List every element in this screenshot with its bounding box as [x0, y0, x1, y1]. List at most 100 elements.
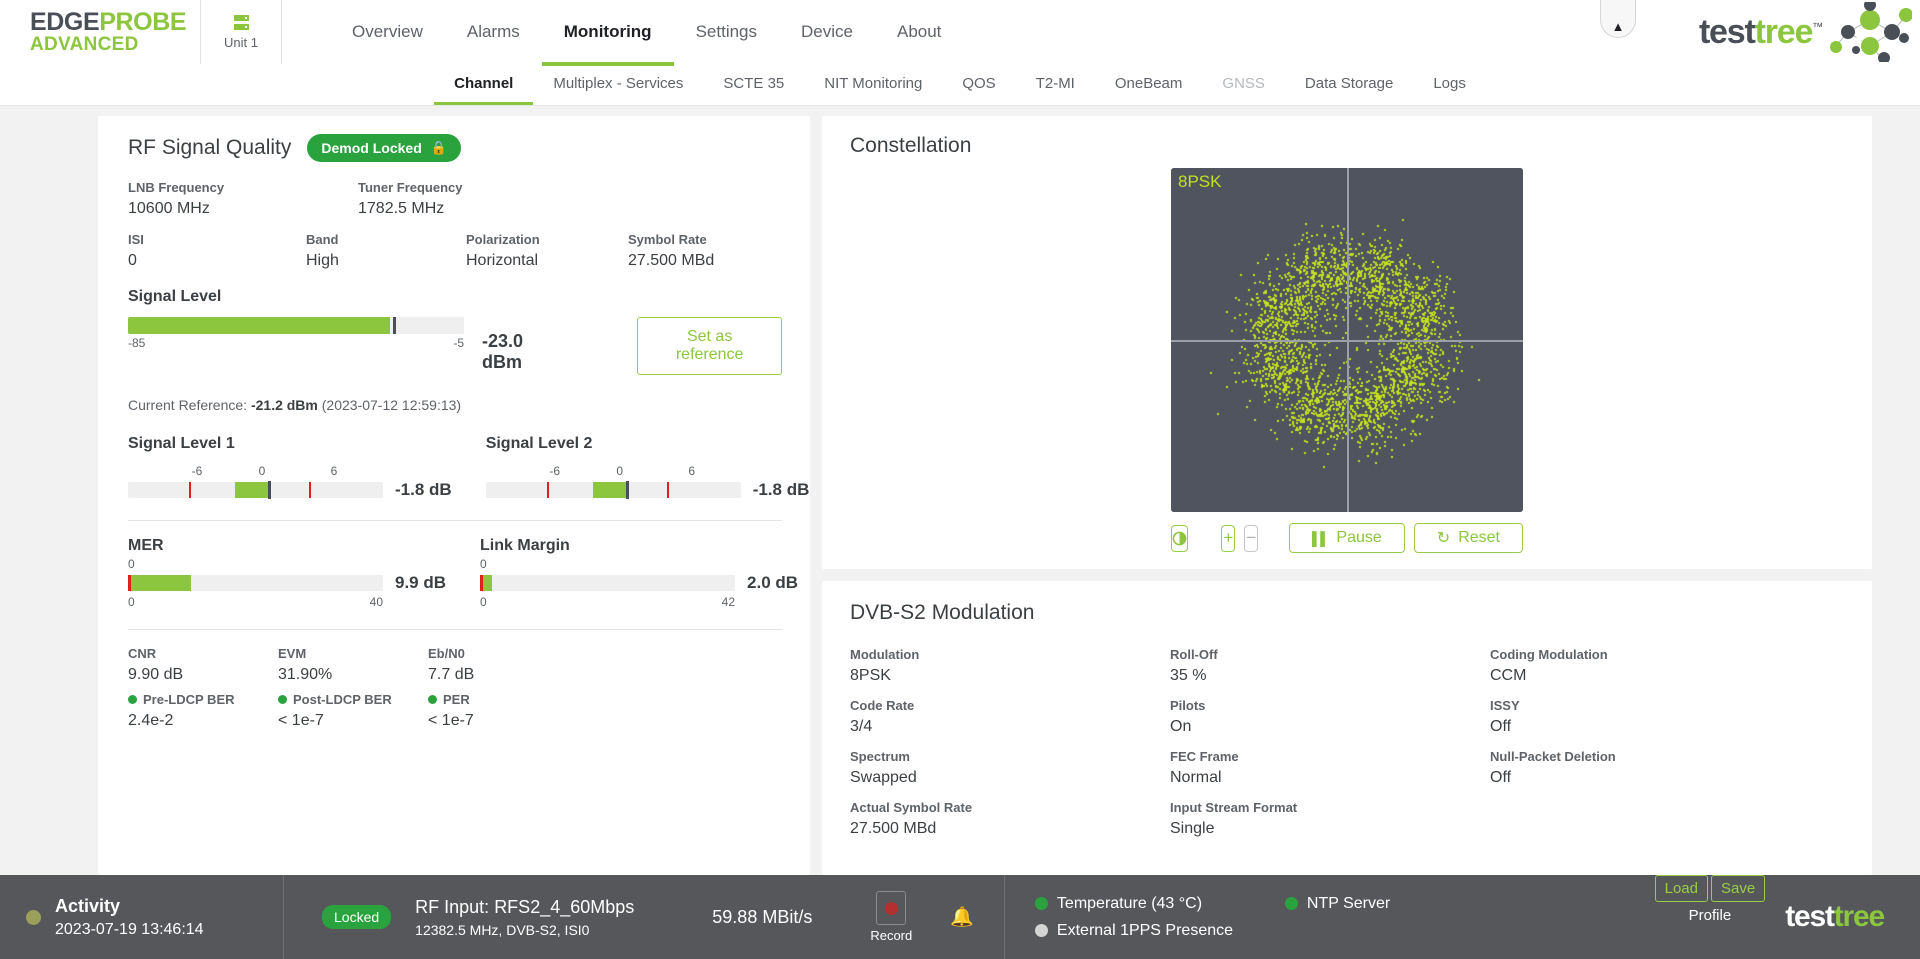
dvb-value-pilots: On: [1170, 718, 1490, 736]
demod-status-badge: Demod Locked 🔒: [307, 134, 461, 162]
link-margin-bar: [480, 575, 735, 591]
dvb-label-rolloff: Roll-Off: [1170, 647, 1490, 662]
dvb-label-fec-frame: FEC Frame: [1170, 749, 1490, 764]
tab-channel[interactable]: Channel: [434, 64, 533, 105]
contrast-button[interactable]: [1171, 525, 1188, 552]
dvb-cell-coding-modulation: Coding Modulation CCM: [1490, 647, 1844, 685]
signal-level-2-cursor: [626, 481, 629, 499]
nav-monitoring[interactable]: Monitoring: [542, 2, 674, 66]
dvb-value-null-packet-deletion: Off: [1490, 769, 1844, 787]
pause-button-label: Pause: [1336, 529, 1381, 547]
signal-levels-dual: Signal Level 1 -6 0 6 -1.8 dB Signal Lev…: [128, 435, 782, 500]
dvb-value-fec-frame: Normal: [1170, 769, 1490, 787]
pause-button[interactable]: ▌▌ Pause: [1289, 523, 1405, 553]
tab-data-storage[interactable]: Data Storage: [1285, 64, 1413, 105]
per-field: PER < 1e-7: [428, 692, 578, 730]
profile-section: Load Save Profile: [1655, 875, 1786, 959]
dvb-value-coding-modulation: CCM: [1490, 667, 1844, 685]
tab-onebeam[interactable]: OneBeam: [1095, 64, 1203, 105]
activity-label: Activity: [55, 896, 204, 917]
signal-level-1-tick-1: 0: [259, 464, 266, 478]
signal-level-2-block: Signal Level 2 -6 0 6 -1.8 dB: [486, 435, 810, 500]
current-reference-timestamp: (2023-07-12 12:59:13): [322, 397, 461, 413]
brand-subtitle: ADVANCED: [30, 35, 200, 55]
dvb-label-issy: ISSY: [1490, 698, 1844, 713]
signal-level-2-tick-1: 0: [616, 464, 623, 478]
set-as-reference-button[interactable]: Set as reference: [637, 317, 782, 375]
signal-level-1-meter: [128, 482, 383, 498]
external-1pps-label: External 1PPS Presence: [1057, 922, 1233, 940]
nav-device[interactable]: Device: [779, 2, 875, 66]
evm-field: EVM 31.90%: [278, 646, 428, 684]
nav-overview[interactable]: Overview: [330, 2, 445, 66]
activity-section: Activity 2023-07-19 13:46:14: [0, 875, 284, 959]
external-1pps-status-icon: [1035, 924, 1048, 937]
cnr-label: CNR: [128, 646, 278, 661]
trademark-symbol: ™: [1812, 21, 1822, 33]
constellation-plot[interactable]: 8PSK: [1171, 168, 1523, 512]
tab-nit-monitoring[interactable]: NIT Monitoring: [804, 64, 942, 105]
signal-level-2-meter-row: -1.8 dB: [486, 480, 810, 500]
cnr-value: 9.90 dB: [128, 666, 278, 684]
signal-level-1-low-threshold: [189, 482, 191, 498]
isi-field: ISI 0: [128, 232, 306, 270]
post-ldcp-ber-status-icon: [278, 695, 287, 704]
reset-button[interactable]: ↻ Reset: [1414, 523, 1523, 553]
profile-load-button[interactable]: Load: [1655, 875, 1708, 902]
signal-level-1-cursor: [268, 481, 271, 499]
tab-logs[interactable]: Logs: [1413, 64, 1486, 105]
tab-gnss: GNSS: [1202, 64, 1285, 105]
signal-level-2-ticks: -6 0 6: [490, 464, 810, 480]
unit-selector[interactable]: Unit 1: [200, 0, 282, 64]
rf-params-row: ISI 0 Band High Polarization Horizontal …: [128, 232, 782, 270]
record-control[interactable]: Record: [870, 891, 912, 943]
nav-alarms[interactable]: Alarms: [445, 2, 542, 66]
bitrate-value: 59.88 MBit/s: [712, 907, 812, 928]
dvb-label-modulation: Modulation: [850, 647, 1170, 662]
signal-level-1-high-threshold: [309, 482, 311, 498]
zoom-in-button[interactable]: +: [1221, 525, 1235, 552]
record-button[interactable]: [876, 891, 906, 925]
pre-ldcp-ber-label-text: Pre-LDCP BER: [143, 692, 235, 707]
collapse-header-button[interactable]: ▲: [1600, 0, 1636, 38]
tab-qos[interactable]: QOS: [942, 64, 1015, 105]
temperature-status: Temperature (43 °C): [1035, 895, 1285, 913]
dvb-label-input-stream-format: Input Stream Format: [1170, 800, 1490, 815]
signal-level-1-block: Signal Level 1 -6 0 6 -1.8 dB: [128, 435, 452, 500]
dvb-label-spectrum: Spectrum: [850, 749, 1170, 764]
per-label-text: PER: [443, 692, 470, 707]
nav-about[interactable]: About: [875, 2, 963, 66]
signal-level-2-high-threshold: [667, 482, 669, 498]
tab-scte-35[interactable]: SCTE 35: [703, 64, 804, 105]
isi-label: ISI: [128, 232, 306, 247]
isi-value: 0: [128, 252, 306, 270]
profile-save-button[interactable]: Save: [1711, 875, 1765, 902]
divider-2: [128, 629, 782, 630]
signal-level-max: -5: [453, 336, 464, 350]
logo-test-text: test: [1699, 13, 1755, 51]
lnb-frequency-field: LNB Frequency 10600 MHz: [128, 180, 358, 218]
pre-ldcp-ber-status-icon: [128, 695, 137, 704]
dvb-parameter-grid: Modulation 8PSK Roll-Off 35 % Coding Mod…: [850, 647, 1844, 851]
testtree-wordmark: testtree™: [1699, 13, 1822, 52]
dvb-cell-empty: [1490, 800, 1844, 838]
tab-multiplex-services[interactable]: Multiplex - Services: [533, 64, 703, 105]
dvb-label-coding-modulation: Coding Modulation: [1490, 647, 1844, 662]
main-navigation: Overview Alarms Monitoring Settings Devi…: [282, 0, 963, 64]
profile-label: Profile: [1689, 907, 1732, 924]
dvb-value-modulation: 8PSK: [850, 667, 1170, 685]
nav-settings[interactable]: Settings: [674, 2, 779, 66]
tab-t2-mi[interactable]: T2-MI: [1016, 64, 1095, 105]
dvb-label-null-packet-deletion: Null-Packet Deletion: [1490, 749, 1844, 764]
bell-icon[interactable]: 🔔: [950, 905, 974, 929]
dvb-label-code-rate: Code Rate: [850, 698, 1170, 713]
polarization-value: Horizontal: [466, 252, 628, 270]
system-status-section: Temperature (43 °C) NTP Server External …: [1004, 875, 1390, 959]
band-label: Band: [306, 232, 466, 247]
external-1pps-status: External 1PPS Presence: [1035, 922, 1285, 940]
signal-level-1-value: -1.8 dB: [395, 480, 452, 500]
post-ldcp-ber-field: Post-LDCP BER < 1e-7: [278, 692, 428, 730]
mer-scale: 0 40: [128, 595, 383, 609]
pre-ldcp-ber-value: 2.4e-2: [128, 712, 278, 730]
signal-level-1-tick-2: 6: [331, 464, 338, 478]
